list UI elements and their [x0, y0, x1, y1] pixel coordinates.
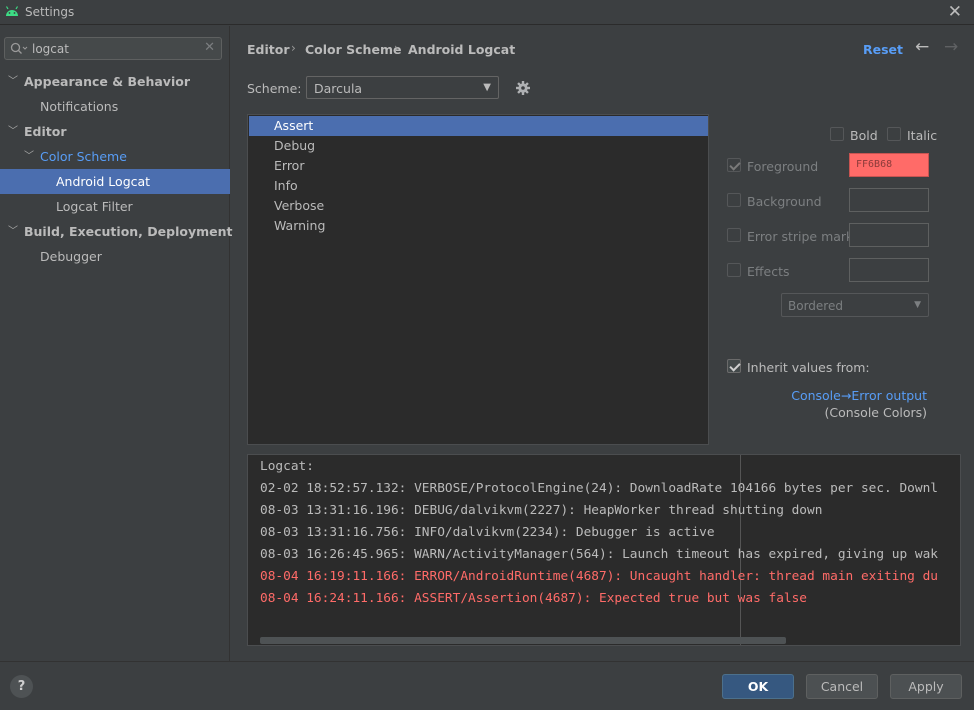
horizontal-scrollbar[interactable] — [260, 637, 786, 644]
sidebar-item-label: Color Scheme — [40, 149, 127, 164]
sidebar-item-notifications[interactable]: Notifications — [0, 94, 230, 119]
foreground-hex-value: FF6B68 — [856, 159, 893, 170]
effect-type-select[interactable]: Bordered ▼ — [781, 293, 929, 317]
sidebar-item-appearance-behavior[interactable]: ﹀ Appearance & Behavior — [0, 69, 230, 94]
help-button[interactable]: ? — [10, 675, 33, 698]
preview-line-warn: 08-03 16:26:45.965: WARN/ActivityManager… — [260, 547, 938, 562]
sidebar-item-label: Appearance & Behavior — [24, 74, 190, 89]
chevron-down-icon[interactable]: ﹀ — [8, 69, 18, 94]
sidebar-item-label: Debugger — [40, 249, 102, 264]
inherit-source-link[interactable]: Console→Error output — [791, 388, 927, 403]
reset-button[interactable]: Reset — [863, 42, 903, 57]
apply-button[interactable]: Apply — [890, 674, 962, 699]
breadcrumb-editor[interactable]: Editor — [247, 42, 290, 57]
search-input[interactable] — [32, 39, 202, 58]
back-arrow-icon[interactable]: ← — [915, 37, 929, 57]
foreground-color-swatch[interactable]: FF6B68 — [849, 153, 929, 177]
foreground-label: Foreground — [747, 159, 819, 174]
chevron-down-icon: ▼ — [914, 300, 921, 310]
sidebar-item-editor[interactable]: ﹀ Editor — [0, 119, 230, 144]
close-icon[interactable]: ✕ — [948, 2, 962, 22]
main-panel: Editor › Color Scheme › Android Logcat R… — [231, 26, 974, 661]
preview-line-debug: 08-03 13:31:16.196: DEBUG/dalvikvm(2227)… — [260, 503, 823, 518]
scheme-value: Darcula — [314, 81, 363, 96]
sidebar-item-color-scheme[interactable]: ﹀ Color Scheme — [0, 144, 230, 169]
bold-label: Bold — [850, 128, 878, 143]
inherit-checkbox[interactable] — [727, 359, 741, 373]
background-checkbox[interactable] — [727, 193, 741, 207]
list-item-debug[interactable]: Debug — [249, 136, 708, 156]
effect-type-value: Bordered — [788, 299, 843, 313]
dialog-footer: ? OK Cancel Apply — [0, 661, 974, 710]
preview-line: Logcat: — [260, 459, 314, 474]
logcat-preview[interactable]: Logcat: 02-02 18:52:57.132: VERBOSE/Prot… — [247, 454, 961, 646]
italic-checkbox[interactable] — [887, 127, 901, 141]
foreground-checkbox[interactable] — [727, 158, 741, 172]
italic-label: Italic — [907, 128, 938, 143]
effects-color-swatch[interactable] — [849, 258, 929, 282]
scheme-label: Scheme: — [247, 81, 302, 96]
preview-line-assert: 08-04 16:24:11.166: ASSERT/Assertion(468… — [260, 591, 808, 606]
chevron-down-icon[interactable]: ﹀ — [8, 219, 18, 244]
chevron-down-icon[interactable]: ﹀ — [8, 119, 18, 144]
title-bar: Settings ✕ — [0, 0, 974, 25]
background-label: Background — [747, 194, 822, 209]
error-stripe-checkbox[interactable] — [727, 228, 741, 242]
sidebar-item-debugger[interactable]: Debugger — [0, 244, 230, 269]
breadcrumb-separator: › — [291, 41, 296, 55]
list-item-info[interactable]: Info — [249, 176, 708, 196]
preview-line-verbose: 02-02 18:52:57.132: VERBOSE/ProtocolEngi… — [260, 481, 938, 496]
inherit-source-scheme: (Console Colors) — [824, 405, 928, 420]
window-title: Settings — [25, 5, 75, 19]
gear-icon[interactable] — [515, 80, 531, 96]
effects-checkbox[interactable] — [727, 263, 741, 277]
preview-line-info: 08-03 13:31:16.756: INFO/dalvikvm(2234):… — [260, 525, 715, 540]
sidebar-item-label: Editor — [24, 124, 67, 139]
chevron-down-icon: ▼ — [483, 82, 491, 93]
sidebar-item-label: Notifications — [40, 99, 119, 114]
chevron-down-icon[interactable]: ﹀ — [24, 144, 34, 169]
sidebar-item-build-execution-deployment[interactable]: ﹀ Build, Execution, Deployment — [0, 219, 233, 244]
list-item-verbose[interactable]: Verbose — [249, 196, 708, 216]
breadcrumb-android-logcat: Android Logcat — [408, 42, 516, 57]
sidebar-item-label: Logcat Filter — [56, 199, 133, 214]
cancel-button[interactable]: Cancel — [806, 674, 878, 699]
clear-search-icon[interactable]: ✕ — [204, 40, 215, 55]
settings-sidebar: ✕ ﹀ Appearance & Behavior Notifications … — [0, 26, 233, 661]
preview-line-error: 08-04 16:19:11.166: ERROR/AndroidRuntime… — [260, 569, 938, 584]
inherit-label: Inherit values from: — [747, 360, 870, 375]
scheme-select[interactable]: Darcula ▼ — [306, 76, 499, 99]
forward-arrow-icon[interactable]: → — [944, 37, 958, 57]
sidebar-item-android-logcat[interactable]: Android Logcat — [0, 169, 230, 194]
breadcrumb-color-scheme[interactable]: Color Scheme — [305, 42, 401, 57]
log-level-list: Assert Debug Error Info Verbose Warning — [247, 114, 709, 445]
search-icon — [10, 42, 28, 54]
list-item-warning[interactable]: Warning — [249, 216, 708, 236]
sidebar-item-logcat-filter[interactable]: Logcat Filter — [0, 194, 230, 219]
search-box[interactable]: ✕ — [4, 37, 222, 60]
error-stripe-label: Error stripe mark — [747, 229, 854, 244]
breadcrumb-separator: › — [394, 41, 399, 55]
error-stripe-color-swatch[interactable] — [849, 223, 929, 247]
bold-checkbox[interactable] — [830, 127, 844, 141]
effects-label: Effects — [747, 264, 790, 279]
background-color-swatch[interactable] — [849, 188, 929, 212]
sidebar-item-label: Build, Execution, Deployment — [24, 224, 233, 239]
android-icon — [5, 6, 19, 16]
ok-button[interactable]: OK — [722, 674, 794, 699]
sidebar-item-label: Android Logcat — [56, 174, 151, 189]
list-item-assert[interactable]: Assert — [249, 116, 708, 136]
list-item-error[interactable]: Error — [249, 156, 708, 176]
